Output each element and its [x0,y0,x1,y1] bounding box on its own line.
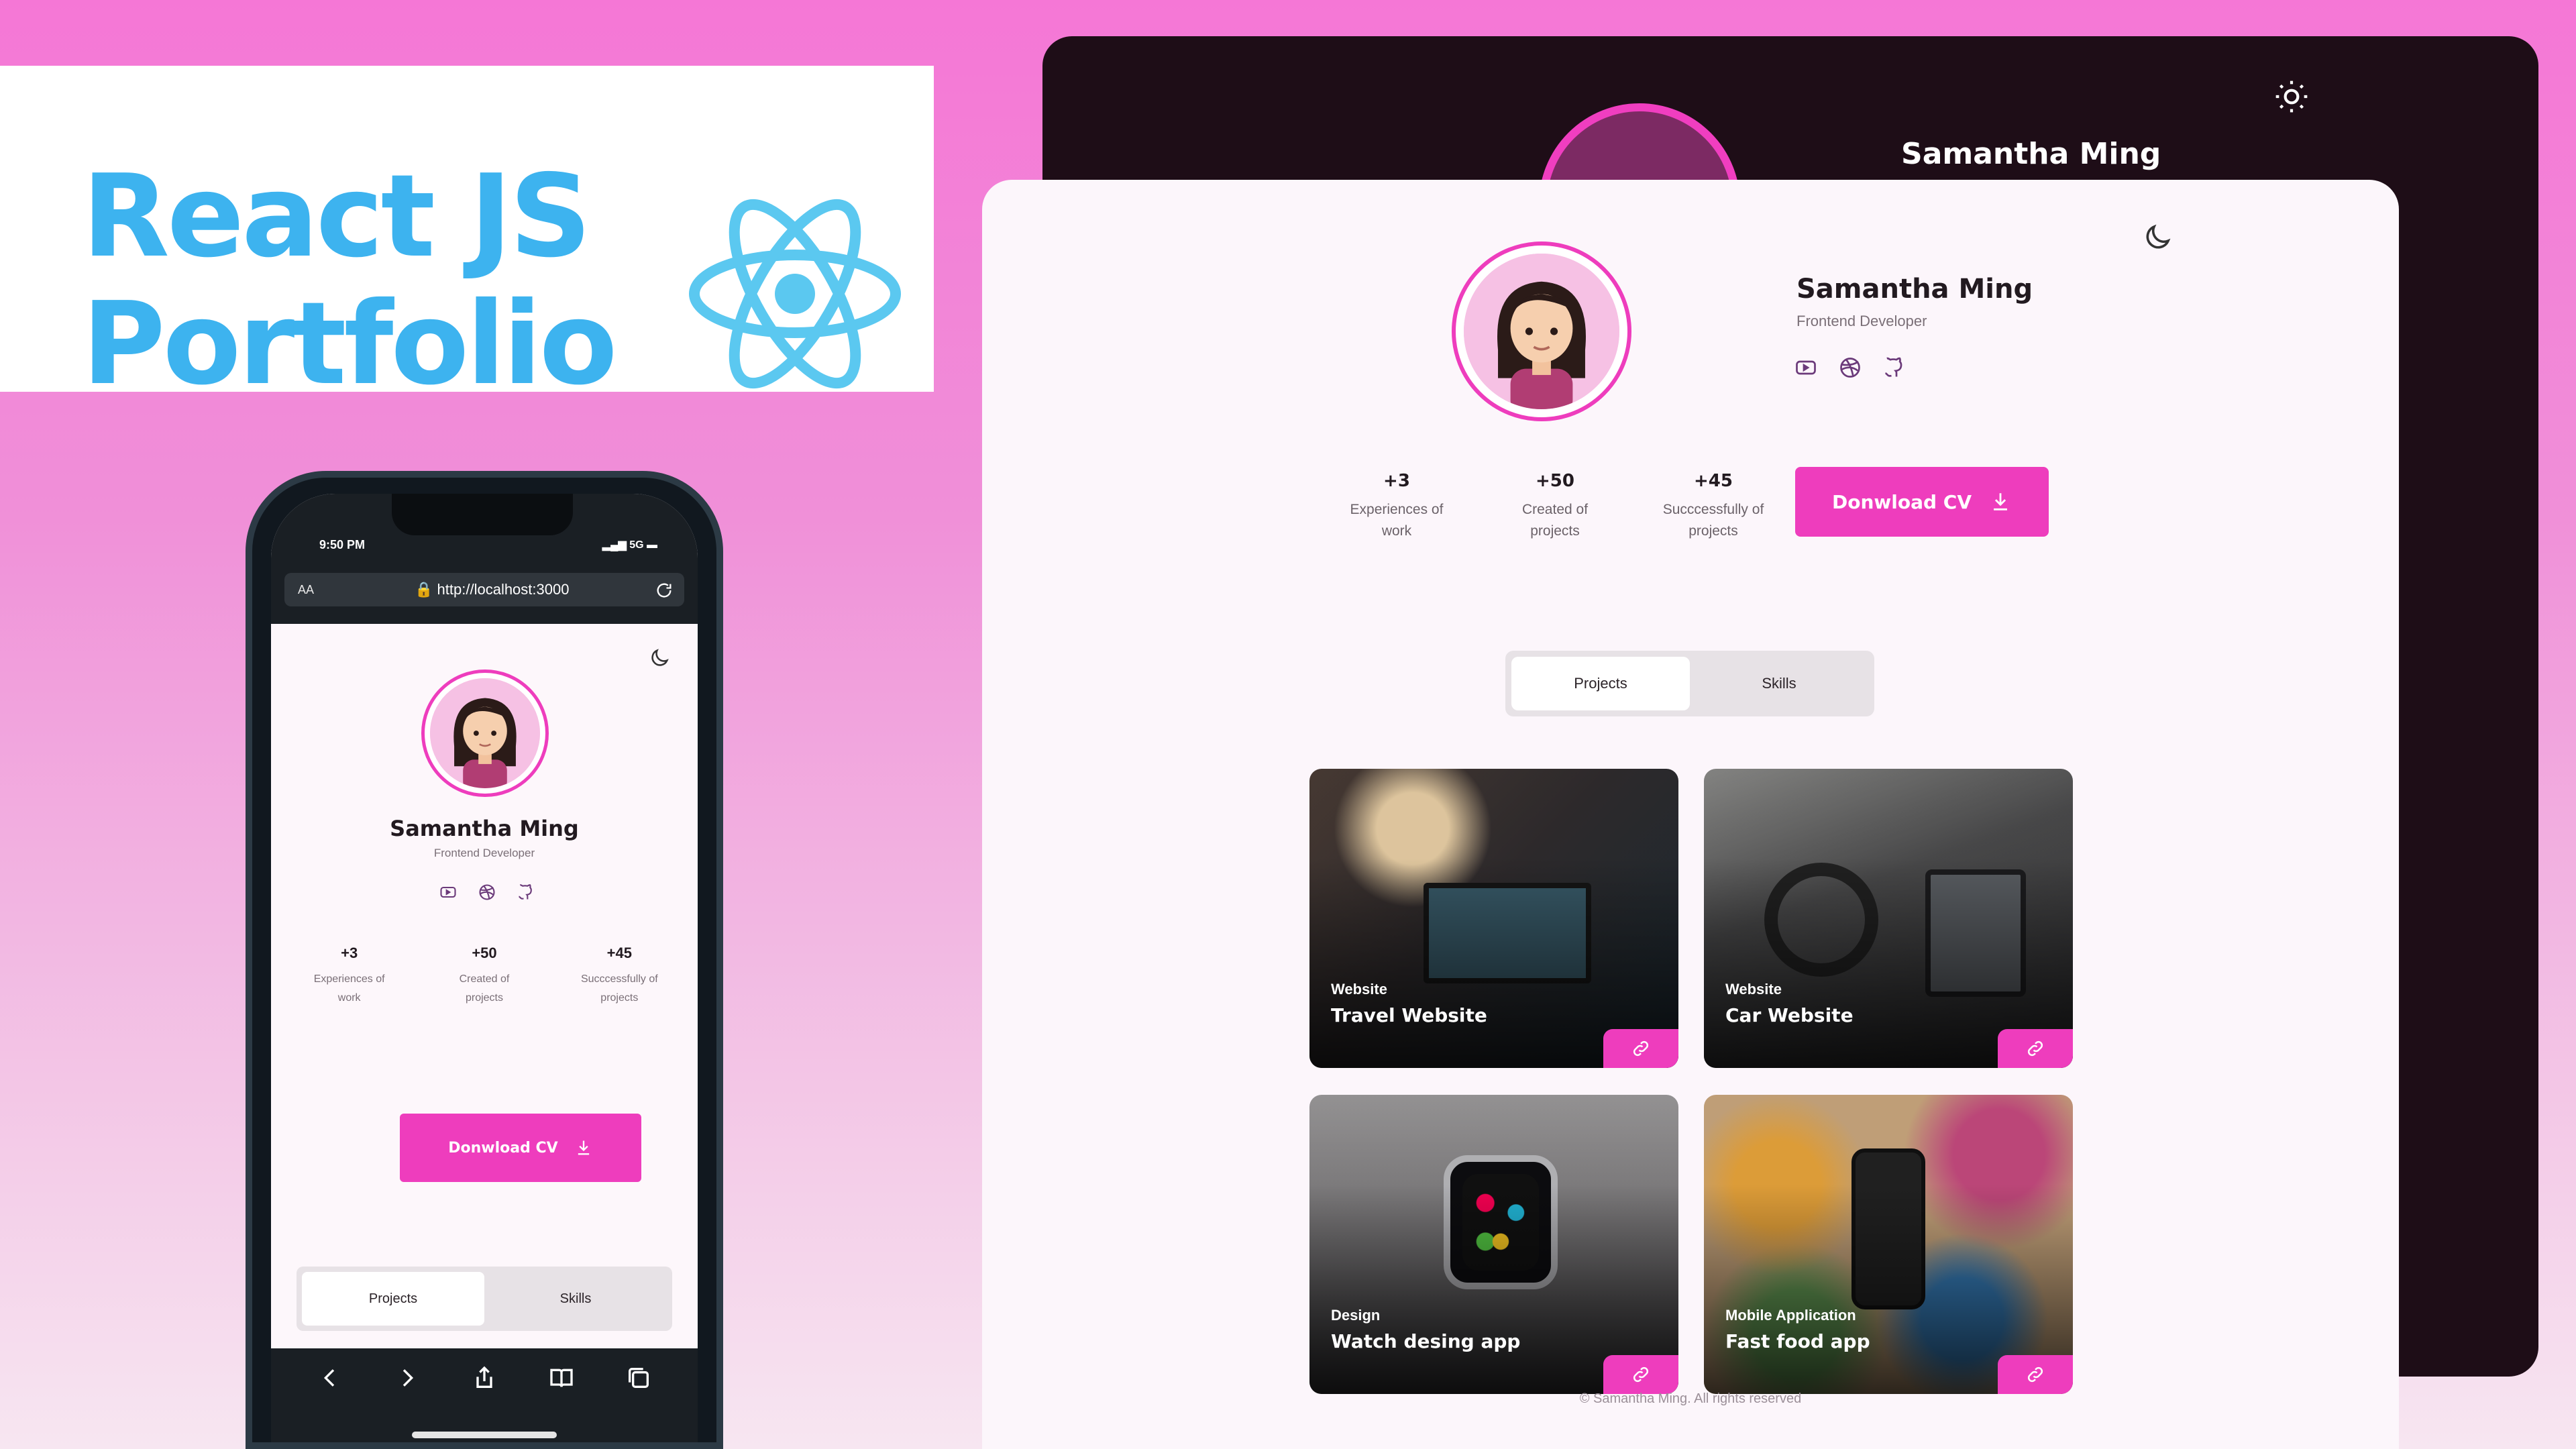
reload-icon[interactable] [655,581,674,600]
youtube-icon[interactable] [1794,356,1818,380]
banner-title: React JS Portfolio [82,150,618,411]
forward-icon[interactable] [394,1364,421,1391]
download-cv-button[interactable]: Donwload CV [400,1114,641,1182]
home-indicator[interactable] [412,1432,557,1438]
project-card[interactable]: Website Car Website [1704,769,2073,1068]
link-icon [2027,1040,2043,1057]
phone-mockup: 9:50 PM ▂▄▆ 5G ▬ AA 🔒 http://localhost:3… [246,471,723,1449]
phone-status-bar: 9:50 PM ▂▄▆ 5G ▬ [271,494,698,566]
download-cv-button[interactable]: Donwload CV [1795,467,2049,537]
profile-name: Samantha Ming [1796,274,2033,305]
project-card[interactable]: Mobile Application Fast food app [1704,1095,2073,1394]
lock-icon: 🔒 [415,581,433,598]
youtube-icon[interactable] [439,883,458,902]
stats-row: +3 Experiences of work +50 Created of proj… [1318,471,1814,542]
link-icon [1633,1040,1649,1057]
download-icon [578,1140,589,1155]
url-field[interactable]: AA 🔒 http://localhost:3000 [284,573,684,606]
project-link-button[interactable] [1998,1355,2073,1394]
moon-icon[interactable] [648,647,671,669]
share-icon[interactable] [471,1364,498,1391]
link-icon [1633,1366,1649,1383]
phone-section-tabs: Projects Skills [297,1267,672,1331]
tabs-icon[interactable] [625,1364,652,1391]
phone-time: 9:50 PM [319,538,366,551]
link-icon [2027,1366,2043,1383]
browser-toolbar [271,1348,698,1442]
text-size-button[interactable]: AA [298,583,314,597]
github-icon[interactable] [517,883,535,902]
avatar-illustration [1464,254,1619,409]
phone-stats-row: +3 Experiences of work +50 Created of proj… [282,945,687,1008]
profile-avatar [1452,241,1631,421]
react-logo-icon [689,199,901,389]
back-icon[interactable] [317,1364,343,1391]
banner-line-1: React JS [82,150,592,283]
browser-url-bar: AA 🔒 http://localhost:3000 [271,566,698,624]
project-link-button[interactable] [1603,1355,1678,1394]
moon-icon[interactable] [2141,221,2174,254]
phone-profile-role: Frontend Developer [433,847,535,859]
signal-icon: ▂▄▆ [602,539,630,551]
dribbble-icon[interactable] [1838,356,1862,380]
phone-profile-name: Samantha Ming [390,816,579,841]
profile-role: Frontend Developer [1796,313,1927,329]
phone-signal: ▂▄▆ 5G ▬ [602,539,657,551]
stat-experience: +3 Experiences of work [313,945,385,1004]
tab-projects[interactable]: Projects [302,1272,484,1326]
phone-social-links [439,883,535,902]
avatar-illustration [430,678,540,788]
stat-experience: +3 Experiences of work [1350,471,1444,539]
tab-skills[interactable]: Skills [1690,657,1868,710]
section-tabs: Projects Skills [1505,651,1874,716]
bookmarks-icon[interactable] [548,1364,575,1391]
stat-created: +50 Created of projects [459,945,510,1004]
project-link-button[interactable] [1998,1029,2073,1068]
sun-icon[interactable] [2273,78,2310,115]
github-icon[interactable] [1882,356,1907,380]
battery-icon: ▬ [643,539,657,551]
stat-successful: +45 Succcessfully of projects [580,945,658,1004]
project-card[interactable]: Website Travel Website [1309,769,1678,1068]
stat-successful: +45 Succcessfully of projects [1662,471,1764,539]
project-card[interactable]: Design Watch desing app [1309,1095,1678,1394]
banner-line-2: Portfolio [82,278,618,411]
phone-profile-avatar [421,669,549,797]
social-links [1794,356,1907,380]
tab-skills[interactable]: Skills [484,1272,667,1326]
title-banner: React JS Portfolio [0,66,934,408]
tab-projects[interactable]: Projects [1511,657,1690,710]
light-mode-window: Samantha Ming Frontend Developer +3 Expe… [982,180,2399,1449]
project-link-button[interactable] [1603,1029,1678,1068]
dark-profile-name: Samantha Ming [1901,137,2161,171]
phone-screen: 9:50 PM ▂▄▆ 5G ▬ AA 🔒 http://localhost:3… [271,494,698,1442]
download-icon [1994,493,2007,511]
stat-created: +50 Created of projects [1521,471,1589,539]
footer-copyright: © Samantha Ming. All rights reserved [1579,1391,1802,1406]
dribbble-icon[interactable] [478,883,496,902]
